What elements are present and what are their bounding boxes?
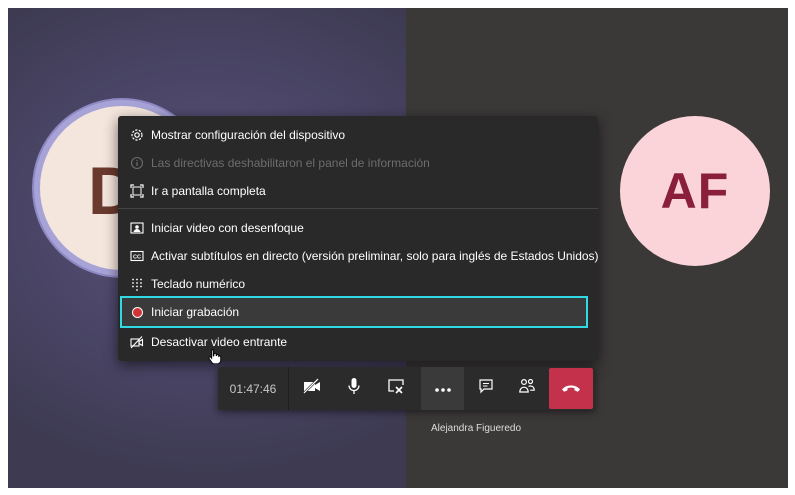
menu-item-info-panel-disabled: Las directivas deshabilitaron el panel d…: [118, 149, 598, 177]
chat-button[interactable]: [466, 367, 506, 410]
more-options-button[interactable]: [421, 367, 464, 410]
menu-item-label: Las directivas deshabilitaron el panel d…: [151, 156, 430, 170]
camera-off-icon: [302, 378, 322, 399]
more-options-icon: [434, 380, 452, 398]
menu-item-device-settings[interactable]: Mostrar configuración del dispositivo: [118, 121, 598, 149]
microphone-icon: [347, 377, 361, 400]
closed-captions-icon: CC: [130, 249, 144, 263]
participants-icon: [518, 377, 536, 400]
camera-toggle-button[interactable]: [292, 367, 332, 410]
menu-item-label: Ir a pantalla completa: [151, 184, 266, 198]
gear-icon: [130, 128, 144, 142]
menu-item-blur-video[interactable]: Iniciar video con desenfoque: [118, 214, 598, 242]
microphone-button[interactable]: [334, 367, 374, 410]
menu-item-label: Desactivar video entrante: [151, 335, 288, 349]
menu-item-label: Mostrar configuración del dispositivo: [151, 128, 346, 142]
fullscreen-icon: [130, 184, 144, 198]
menu-item-dialpad[interactable]: Teclado numérico: [118, 270, 598, 298]
timer-divider: [288, 367, 289, 410]
video-off-icon: [130, 335, 144, 349]
call-controls-bar: 01:47:46: [218, 367, 595, 410]
blur-background-icon: [130, 221, 144, 235]
avatar-right-initials: AF: [660, 163, 730, 219]
hand-cursor-icon: [208, 348, 222, 365]
menu-item-label: Iniciar video con desenfoque: [151, 221, 304, 235]
menu-item-label: Activar subtítulos en directo (versión p…: [151, 249, 599, 263]
svg-text:CC: CC: [133, 255, 141, 261]
participants-button[interactable]: [507, 367, 547, 410]
info-icon: [130, 156, 144, 170]
more-options-menu: Mostrar configuración del dispositivo La…: [118, 116, 599, 361]
dialpad-icon: [130, 277, 144, 291]
menu-item-disable-incoming-video[interactable]: Desactivar video entrante: [118, 328, 598, 356]
stop-share-icon: [387, 378, 405, 399]
menu-item-label: Iniciar grabación: [151, 305, 240, 319]
record-icon: [130, 305, 144, 319]
menu-divider: [118, 208, 598, 209]
chat-icon: [478, 378, 494, 399]
call-timer: 01:47:46: [229, 381, 277, 396]
menu-item-start-recording[interactable]: Iniciar grabación: [118, 298, 598, 326]
menu-item-fullscreen[interactable]: Ir a pantalla completa: [118, 177, 598, 205]
share-screen-button[interactable]: [376, 367, 416, 410]
hang-up-icon: [561, 380, 581, 398]
avatar-right: AF: [620, 116, 770, 266]
menu-item-live-captions[interactable]: CC Activar subtítulos en directo (versió…: [118, 242, 599, 270]
menu-item-label: Teclado numérico: [151, 277, 246, 291]
meeting-stage: D AF Mostrar configuración del dispositi…: [8, 8, 788, 488]
hang-up-button[interactable]: [549, 368, 593, 409]
participant-name-label: Alejandra Figueredo: [431, 423, 522, 434]
